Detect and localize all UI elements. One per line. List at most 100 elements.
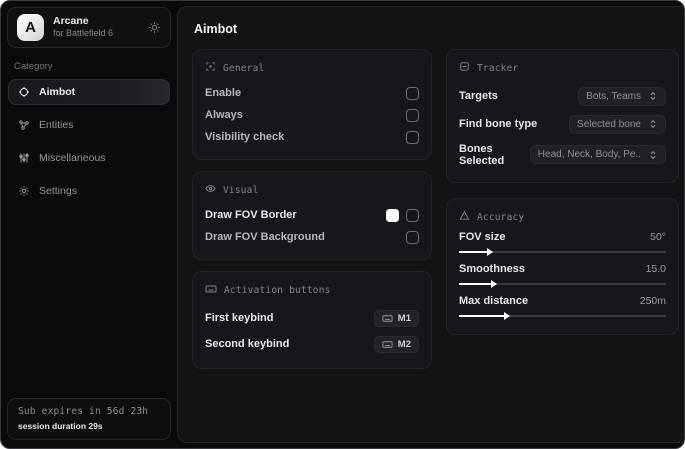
sidebar-item-label: Settings bbox=[39, 185, 77, 197]
second-keybind-button[interactable]: M2 bbox=[373, 335, 419, 353]
setting-label: Smoothness bbox=[459, 263, 526, 275]
app-logo: A bbox=[17, 14, 44, 41]
tracker-card: Tracker Targets Bots, Teams Find bone ty… bbox=[446, 49, 679, 183]
gear-icon[interactable] bbox=[148, 21, 161, 34]
crosshair-icon bbox=[18, 86, 30, 98]
slider-value: 250m bbox=[639, 295, 666, 307]
select-value: Head, Neck, Body, Pe.. bbox=[537, 149, 641, 160]
accuracy-card: Accuracy FOV size 50° Smoothness 15.0 Ma… bbox=[446, 198, 679, 335]
general-card: General Enable Always Visibility check bbox=[192, 49, 432, 160]
sliders-icon bbox=[18, 152, 30, 164]
setting-label: First keybind bbox=[205, 312, 274, 324]
setting-label: FOV size bbox=[459, 231, 506, 243]
setting-label: Targets bbox=[459, 90, 498, 102]
setting-row-always: Always bbox=[205, 104, 419, 126]
setting-label: Draw FOV Background bbox=[205, 231, 325, 243]
keybind-value: M2 bbox=[397, 338, 411, 350]
max-distance-slider[interactable] bbox=[459, 311, 666, 321]
fov-size-slider[interactable] bbox=[459, 247, 666, 257]
unfold-icon bbox=[650, 119, 656, 129]
sidebar-item-settings[interactable]: Settings bbox=[8, 178, 170, 204]
slider-value: 15.0 bbox=[645, 263, 666, 275]
app-window: A Arcane for Battlefield 6 Category Aimb… bbox=[0, 0, 685, 449]
first-keybind-button[interactable]: M1 bbox=[373, 309, 419, 327]
section-title: Activation buttons bbox=[224, 285, 331, 296]
unfold-icon bbox=[650, 150, 656, 159]
slider-fill[interactable] bbox=[459, 248, 493, 256]
setting-row-draw-fov-border: Draw FOV Border bbox=[205, 204, 419, 226]
slider-fill[interactable] bbox=[459, 312, 510, 320]
setting-label: Draw FOV Border bbox=[205, 209, 297, 221]
keyboard-icon bbox=[205, 283, 217, 298]
fov-border-controls bbox=[386, 208, 419, 222]
setting-row-second-keybind: Second keybind M2 bbox=[205, 331, 419, 357]
session-duration-text: session duration 29s bbox=[18, 421, 103, 431]
sidebar-item-label: Miscellaneous bbox=[39, 152, 106, 164]
setting-row-visibility-check: Visibility check bbox=[205, 126, 419, 148]
setting-row-find-bone-type: Find bone type Selected bone bbox=[459, 110, 666, 138]
slider-value: 50° bbox=[650, 231, 666, 243]
gear-icon bbox=[18, 185, 30, 197]
setting-label: Bones Selected bbox=[459, 142, 505, 167]
tracker-card-header: Tracker bbox=[459, 61, 666, 75]
activation-buttons-card: Activation buttons First keybind M1 Seco… bbox=[192, 271, 432, 369]
section-title: General bbox=[223, 62, 265, 74]
section-title: Accuracy bbox=[477, 211, 525, 223]
targets-select[interactable]: Bots, Teams bbox=[578, 86, 666, 106]
find-bone-type-select[interactable]: Selected bone bbox=[569, 114, 666, 134]
visual-card-header: Visual bbox=[205, 183, 419, 197]
sidebar-item-miscellaneous[interactable]: Miscellaneous bbox=[8, 145, 170, 171]
eye-icon bbox=[205, 183, 216, 197]
right-column: Tracker Targets Bots, Teams Find bone ty… bbox=[446, 49, 679, 335]
sidebar-nav: Aimbot Entities Miscellaneous Settings bbox=[7, 79, 171, 204]
setting-row-targets: Targets Bots, Teams bbox=[459, 82, 666, 110]
content-columns: General Enable Always Visibility check V… bbox=[192, 49, 679, 369]
sidebar-item-aimbot[interactable]: Aimbot bbox=[8, 79, 170, 105]
setting-label: Find bone type bbox=[459, 118, 538, 130]
bones-selected-select[interactable]: Head, Neck, Body, Pe.. bbox=[529, 145, 666, 164]
sidebar-item-label: Aimbot bbox=[39, 86, 76, 98]
setting-row-max-distance: Max distance 250m bbox=[459, 295, 666, 321]
setting-row-draw-fov-background: Draw FOV Background bbox=[205, 226, 419, 248]
setting-row-first-keybind: First keybind M1 bbox=[205, 305, 419, 331]
left-column: General Enable Always Visibility check V… bbox=[192, 49, 432, 369]
sidebar-item-label: Entities bbox=[39, 119, 74, 131]
select-value: Bots, Teams bbox=[586, 90, 641, 102]
keybind-value: M1 bbox=[397, 312, 411, 324]
visual-card: Visual Draw FOV Border Draw FOV Backgrou… bbox=[192, 171, 432, 260]
general-card-header: General bbox=[205, 61, 419, 75]
screenshot: A Arcane for Battlefield 6 Category Aimb… bbox=[0, 0, 685, 449]
sub-expiry-text: Sub expires in 56d 23h bbox=[18, 406, 149, 417]
focus-icon bbox=[205, 61, 216, 75]
page-title: Aimbot bbox=[194, 22, 238, 36]
setting-label: Visibility check bbox=[205, 131, 285, 143]
fov-border-color-swatch[interactable] bbox=[386, 208, 399, 222]
sidebar: A Arcane for Battlefield 6 Category Aimb… bbox=[1, 1, 177, 448]
draw-fov-border-checkbox[interactable] bbox=[406, 208, 419, 222]
enable-checkbox[interactable] bbox=[406, 86, 419, 100]
app-titles: Arcane for Battlefield 6 bbox=[53, 15, 113, 39]
draw-fov-background-checkbox[interactable] bbox=[406, 230, 419, 244]
subscription-info: Sub expires in 56d 23h session duration … bbox=[7, 398, 171, 440]
app-subtitle: for Battlefield 6 bbox=[53, 28, 114, 39]
visibility-check-checkbox[interactable] bbox=[406, 130, 419, 144]
app-name: Arcane bbox=[53, 15, 89, 28]
sidebar-item-entities[interactable]: Entities bbox=[8, 112, 170, 138]
triangle-icon bbox=[459, 210, 470, 224]
setting-row-bones-selected: Bones Selected Head, Neck, Body, Pe.. bbox=[459, 138, 666, 171]
setting-label: Enable bbox=[205, 87, 242, 99]
slider-fill[interactable] bbox=[459, 280, 498, 288]
section-title: Tracker bbox=[477, 62, 519, 74]
setting-label: Max distance bbox=[459, 295, 529, 307]
smoothness-slider[interactable] bbox=[459, 279, 666, 289]
scan-box-icon bbox=[459, 61, 470, 75]
entities-icon bbox=[18, 119, 30, 131]
setting-label: Second keybind bbox=[205, 338, 290, 350]
always-checkbox[interactable] bbox=[406, 108, 419, 122]
section-title: Visual bbox=[223, 184, 259, 196]
setting-row-smoothness: Smoothness 15.0 bbox=[459, 263, 666, 289]
keyboard-icon bbox=[382, 340, 393, 348]
keyboard-icon bbox=[382, 314, 393, 322]
setting-row-fov-size: FOV size 50° bbox=[459, 231, 666, 257]
accuracy-card-header: Accuracy bbox=[459, 210, 666, 224]
